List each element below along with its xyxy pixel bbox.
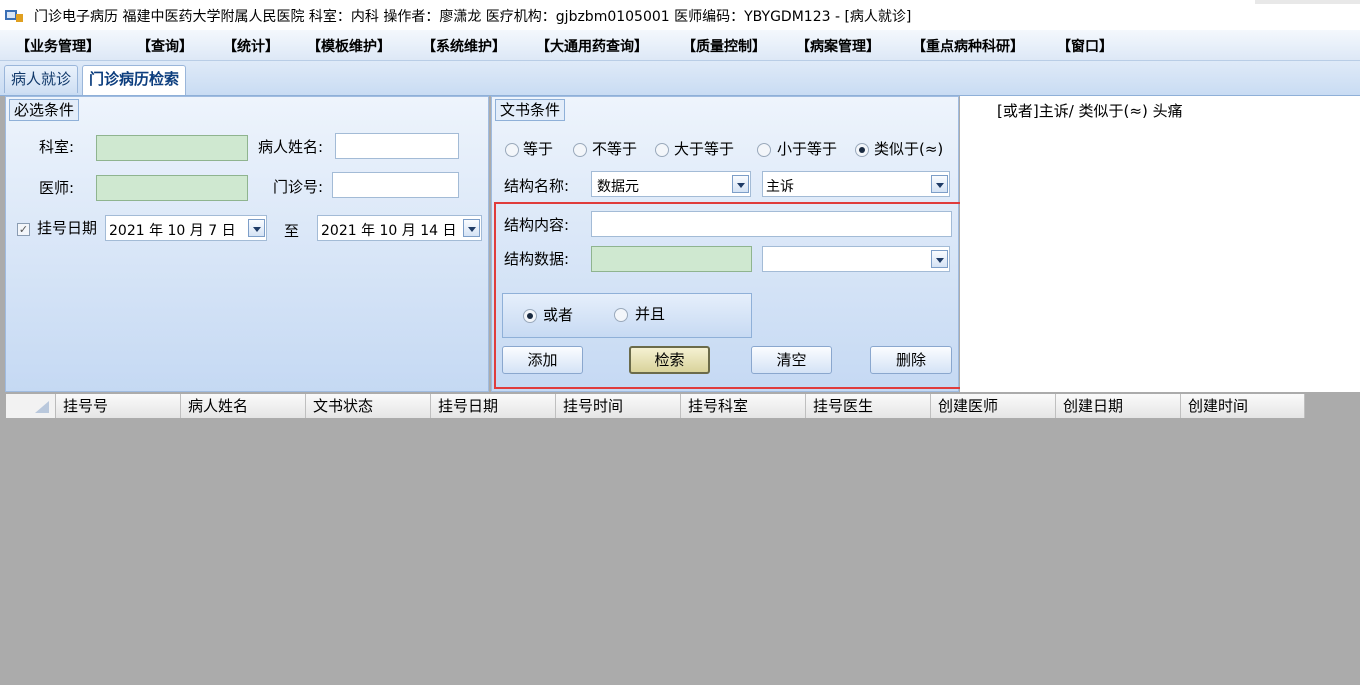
date-to-dropdown-icon[interactable] xyxy=(463,219,480,237)
menu-records[interactable]: 【病案管理】 xyxy=(796,36,880,56)
dept-field[interactable] xyxy=(96,135,248,161)
struct-name-label: 结构名称: xyxy=(504,177,570,195)
operator-label-equal: 等于 xyxy=(523,140,554,158)
struct-type-dropdown-icon[interactable] xyxy=(732,175,749,193)
doctor-field[interactable] xyxy=(96,175,248,201)
window-title: 门诊电子病历 福建中医药大学附属人民医院 科室：内科 操作者：廖潇龙 医疗机构：… xyxy=(34,9,912,25)
operator-radio-gte[interactable] xyxy=(655,143,669,157)
menu-template[interactable]: 【模板维护】 xyxy=(307,36,391,56)
col-reg-no[interactable]: 挂号号 xyxy=(56,394,181,418)
menu-statistics[interactable]: 【统计】 xyxy=(223,36,279,56)
tab-patient-visit[interactable]: 病人就诊 xyxy=(4,65,79,93)
operator-label-gte: 大于等于 xyxy=(674,140,735,158)
reg-date-label: 挂号日期 xyxy=(37,219,98,237)
menu-system[interactable]: 【系统维护】 xyxy=(422,36,506,56)
operator-label-like: 类似于(≈) xyxy=(874,140,944,158)
col-create-time[interactable]: 创建时间 xyxy=(1181,394,1305,418)
menu-query[interactable]: 【查询】 xyxy=(137,36,193,56)
clinic-no-field[interactable] xyxy=(332,172,459,198)
date-from-dropdown-icon[interactable] xyxy=(248,219,265,237)
operator-radio-lte[interactable] xyxy=(757,143,771,157)
doc-legend: 文书条件 xyxy=(495,99,566,121)
col-reg-time[interactable]: 挂号时间 xyxy=(556,394,681,418)
required-conditions-panel: 必选条件 科室: 病人姓名: 医师: 门诊号: ✓ 挂号日期 2021 年 10… xyxy=(5,96,489,392)
doctor-label: 医师: xyxy=(39,179,75,197)
to-label: 至 xyxy=(284,222,300,240)
highlight-box xyxy=(494,202,973,389)
date-to-picker[interactable]: 2021 年 10 月 14 日 xyxy=(317,215,482,241)
col-patient-name[interactable]: 病人姓名 xyxy=(181,394,306,418)
col-reg-doctor[interactable]: 挂号医生 xyxy=(806,394,931,418)
results-grid-body[interactable] xyxy=(6,418,1360,685)
clinic-no-label: 门诊号: xyxy=(273,178,324,196)
condition-display-area: [或者]主诉/ 类似于(≈) 头痛 xyxy=(960,96,1360,392)
grid-select-all-corner[interactable] xyxy=(6,394,56,418)
struct-field-dropdown-icon[interactable] xyxy=(931,175,948,193)
date-from-picker[interactable]: 2021 年 10 月 7 日 xyxy=(105,215,267,241)
col-reg-dept[interactable]: 挂号科室 xyxy=(681,394,806,418)
tab-strip: 病人就诊 门诊病历检索 xyxy=(0,61,1360,96)
col-create-date[interactable]: 创建日期 xyxy=(1056,394,1181,418)
col-creator[interactable]: 创建医师 xyxy=(931,394,1056,418)
results-grid-header: 挂号号 病人姓名 文书状态 挂号日期 挂号时间 挂号科室 挂号医生 创建医师 创… xyxy=(6,394,1305,418)
menu-drug-query[interactable]: 【大通用药查询】 xyxy=(536,36,648,56)
operator-label-lte: 小于等于 xyxy=(777,140,838,158)
struct-type-select[interactable]: 数据元 xyxy=(591,171,751,197)
app-icon xyxy=(5,10,23,22)
operator-label-not-equal: 不等于 xyxy=(592,140,638,158)
menu-window[interactable]: 【窗口】 xyxy=(1057,36,1113,56)
menu-business[interactable]: 【业务管理】 xyxy=(16,36,100,56)
title-bar: 门诊电子病历 福建中医药大学附属人民医院 科室：内科 操作者：廖潇龙 医疗机构：… xyxy=(0,0,1360,30)
struct-field-select[interactable]: 主诉 xyxy=(762,171,950,197)
col-reg-date[interactable]: 挂号日期 xyxy=(431,394,556,418)
title-bar-edge xyxy=(1255,0,1360,4)
patient-name-field[interactable] xyxy=(335,133,459,159)
tab-record-search[interactable]: 门诊病历检索 xyxy=(82,65,187,95)
menu-bar: 【业务管理】 【查询】 【统计】 【模板维护】 【系统维护】 【大通用药查询】 … xyxy=(0,30,1360,61)
operator-radio-like[interactable] xyxy=(855,143,869,157)
patient-name-label: 病人姓名: xyxy=(258,138,324,156)
operator-radio-not-equal[interactable] xyxy=(573,143,587,157)
dept-label: 科室: xyxy=(39,138,75,156)
col-doc-status[interactable]: 文书状态 xyxy=(306,394,431,418)
reg-date-checkbox[interactable]: ✓ xyxy=(17,223,30,236)
operator-radio-equal[interactable] xyxy=(505,143,519,157)
required-legend: 必选条件 xyxy=(9,99,80,121)
condition-text: [或者]主诉/ 类似于(≈) 头痛 xyxy=(997,102,1183,120)
menu-research[interactable]: 【重点病种科研】 xyxy=(912,36,1024,56)
menu-quality[interactable]: 【质量控制】 xyxy=(682,36,766,56)
